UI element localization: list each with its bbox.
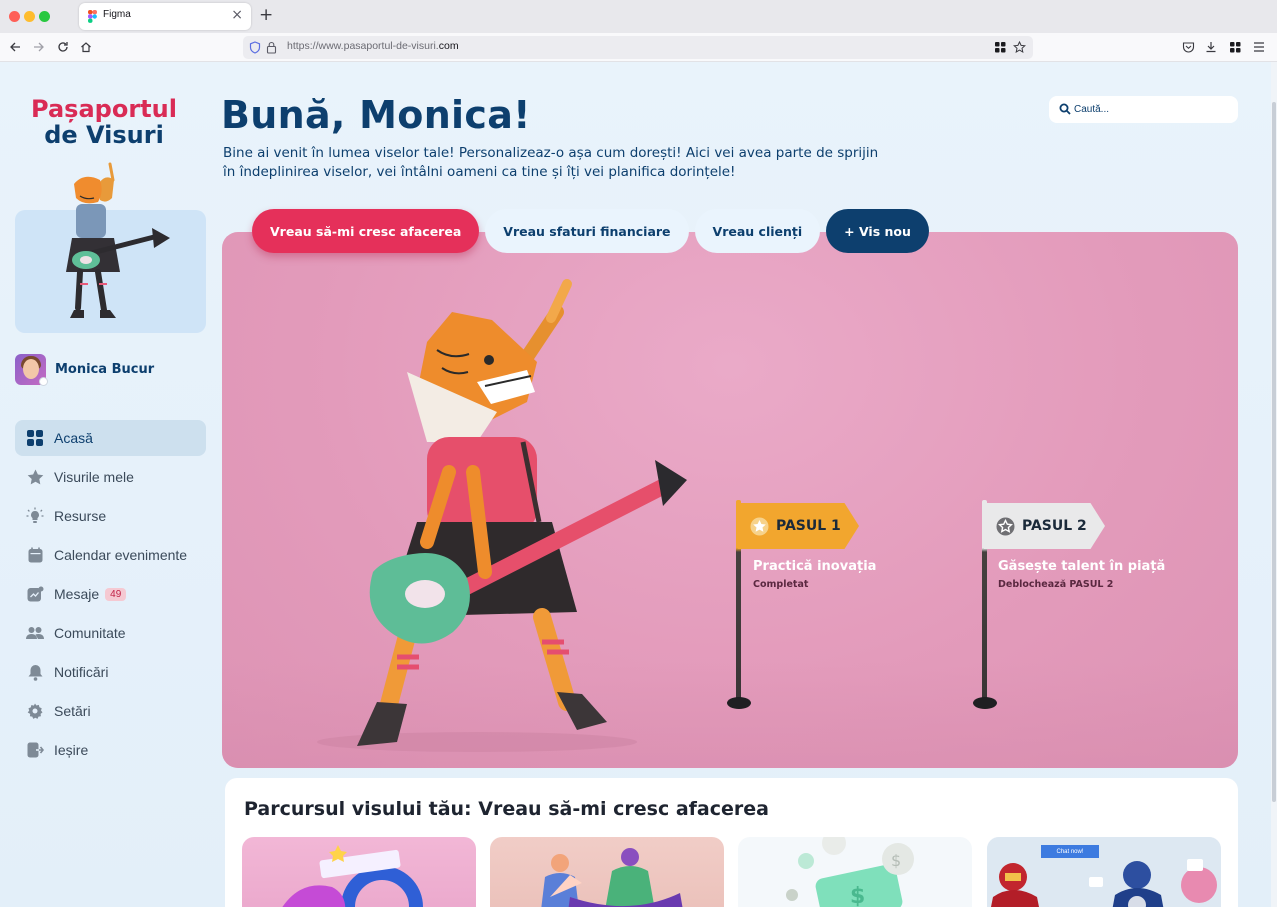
card-illustration <box>987 837 1221 907</box>
shield-icon[interactable] <box>249 41 261 54</box>
hero-banner: PASUL 1 Practică inovația Completat PASU… <box>222 232 1238 768</box>
sidebar-item-label: Mesaje <box>54 586 100 602</box>
forward-icon[interactable] <box>30 38 48 56</box>
maximize-window-button[interactable] <box>39 11 50 22</box>
step-2-status: Deblochează PASUL 2 <box>998 579 1114 590</box>
sidebar-item-visurile-mele[interactable]: Visurile mele <box>15 459 206 495</box>
sidebar-item-label: Calendar evenimente <box>54 547 188 563</box>
journey-card-team[interactable] <box>490 837 724 907</box>
journey-card-talent[interactable]: Chat now! <box>987 837 1221 907</box>
star-icon <box>25 467 45 487</box>
scrollbar-thumb[interactable] <box>1272 102 1276 802</box>
tab-financial-advice[interactable]: Vreau sfaturi financiare <box>485 209 689 253</box>
search-input[interactable] <box>1074 100 1229 119</box>
message-icon <box>25 584 45 604</box>
sidebar-item-label: Resurse <box>54 508 107 524</box>
card-illustration <box>541 848 683 907</box>
journey-title: Parcursul visului tău: Vreau să-mi cresc… <box>244 798 769 820</box>
card-illustration <box>282 845 423 907</box>
sidebar-item-notificari[interactable]: Notificări <box>15 654 206 690</box>
unread-count-badge: 49 <box>105 587 127 601</box>
menu-icon[interactable] <box>1250 38 1268 56</box>
page: Pașaportul de Visuri Monica Bucur Acasă … <box>0 62 1277 907</box>
sidebar-item-iesire[interactable]: Ieșire <box>15 732 206 768</box>
back-icon[interactable] <box>6 38 24 56</box>
tab-grow-business[interactable]: Vreau să-mi cresc afacerea <box>252 209 480 253</box>
journey-section: Parcursul visului tău: Vreau să-mi cresc… <box>225 778 1238 907</box>
pocket-icon[interactable] <box>1179 38 1197 56</box>
lock-icon[interactable] <box>266 41 277 54</box>
star-badge-icon <box>750 517 769 536</box>
journey-card-finance[interactable]: $ $ <box>738 837 972 907</box>
page-title: Bună, Monica! <box>221 93 531 137</box>
calendar-icon <box>25 545 45 565</box>
verified-icon <box>39 377 48 386</box>
bell-icon <box>25 662 45 682</box>
svg-text:$: $ <box>850 884 865 907</box>
search-box[interactable] <box>1049 96 1238 123</box>
fox-guitarist-illustration <box>66 162 170 318</box>
address-bar[interactable]: https://www.pasaportul-de-visuri.com <box>243 36 1033 59</box>
sidebar-item-resurse[interactable]: Resurse <box>15 498 206 534</box>
bookmark-star-icon[interactable] <box>1013 41 1026 54</box>
download-icon[interactable] <box>1202 38 1220 56</box>
sidebar-item-calendar[interactable]: Calendar evenimente <box>15 537 206 573</box>
user-profile[interactable]: Monica Bucur <box>15 354 206 388</box>
url-text[interactable]: https://www.pasaportul-de-visuri.com <box>287 40 459 52</box>
fox-guitarist-illustration <box>317 279 687 752</box>
sidebar-item-setari[interactable]: Setări <box>15 693 206 729</box>
sidebar-item-label: Setări <box>54 703 91 719</box>
intro-text: Bine ai venit în lumea viselor tale! Per… <box>223 145 879 180</box>
sidebar-menu: Acasă Visurile mele Resurse Calendar eve… <box>15 420 206 771</box>
journey-card-innovation[interactable] <box>242 837 476 907</box>
tab-title: Figma <box>103 9 131 20</box>
locked-star-icon <box>996 517 1015 536</box>
browser-tab[interactable]: Figma × <box>79 3 251 30</box>
sidebar-item-label: Comunitate <box>54 625 126 641</box>
step-2-badge[interactable]: PASUL 2 <box>984 503 1105 549</box>
svg-text:$: $ <box>891 851 901 870</box>
profile-name: Monica Bucur <box>55 362 155 377</box>
brand-logo[interactable]: Pașaportul de Visuri <box>20 96 188 148</box>
step-2-title: Găsește talent în piață <box>998 559 1166 574</box>
gear-icon <box>25 701 45 721</box>
figma-icon <box>88 10 97 23</box>
browser-tabbar: Figma × + <box>0 0 1277 33</box>
new-tab-button[interactable]: + <box>259 5 273 25</box>
new-dream-button[interactable]: + Vis nou <box>826 209 929 253</box>
sidebar-item-label: Visurile mele <box>54 469 134 485</box>
tab-close-icon[interactable]: × <box>231 7 243 23</box>
logo-line-1: Pașaportul <box>31 95 177 123</box>
sidebar-item-acasa[interactable]: Acasă <box>15 420 206 456</box>
close-window-button[interactable] <box>9 11 20 22</box>
sidebar-item-label: Ieșire <box>54 742 89 758</box>
card-illustration: $ $ <box>786 837 914 907</box>
extensions-grid-icon[interactable] <box>995 42 1006 53</box>
search-icon <box>1059 103 1071 115</box>
home-icon[interactable] <box>77 38 95 56</box>
logo-line-2: de Visuri <box>44 121 164 149</box>
browser-navbar: https://www.pasaportul-de-visuri.com <box>0 33 1277 62</box>
exit-icon <box>25 740 45 760</box>
grid-icon <box>25 428 45 448</box>
sidebar-item-label: Acasă <box>54 430 93 446</box>
sidebar-item-mesaje[interactable]: Mesaje 49 <box>15 576 206 612</box>
tab-clients[interactable]: Vreau clienți <box>694 209 821 253</box>
step-1-title: Practică inovația <box>753 559 877 574</box>
goal-tabs: Vreau să-mi cresc afacerea Vreau sfaturi… <box>252 209 929 254</box>
sidebar-item-label: Notificări <box>54 664 109 680</box>
scrollbar[interactable] <box>1271 62 1277 907</box>
sidebar-item-comunitate[interactable]: Comunitate <box>15 615 206 651</box>
step-1-badge[interactable]: PASUL 1 <box>738 503 859 549</box>
reload-icon[interactable] <box>54 38 72 56</box>
step-1-status: Completat <box>753 579 809 590</box>
minimize-window-button[interactable] <box>24 11 35 22</box>
chat-now-button[interactable]: Chat now! <box>1041 845 1099 858</box>
extensions-icon[interactable] <box>1226 38 1244 56</box>
community-icon <box>25 623 45 643</box>
lightbulb-icon <box>25 506 45 526</box>
